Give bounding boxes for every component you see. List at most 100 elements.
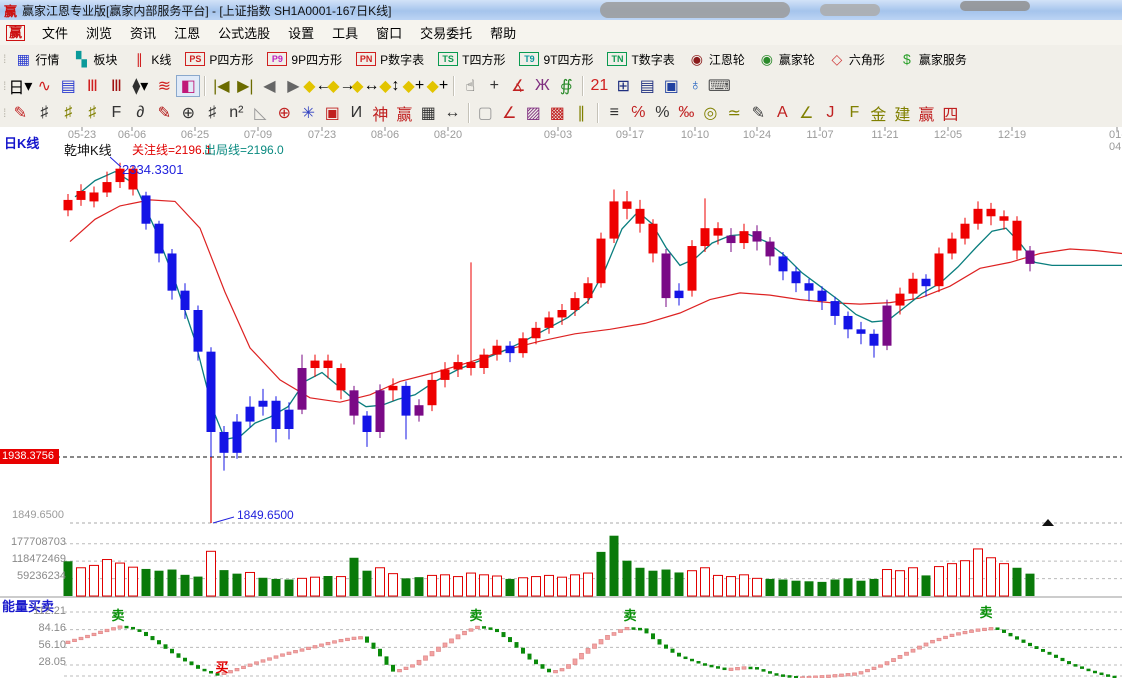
zoom-horizontal-tool[interactable]: ◆ ↔ (351, 75, 379, 97)
t-number-table-button[interactable]: TN T数字表 (601, 48, 680, 71)
menu-item-设置[interactable]: 设置 (279, 21, 323, 44)
toolbar-grip: ⁞ (3, 52, 7, 66)
triangle-mirror-tool[interactable]: ◺ (248, 102, 272, 124)
calendar-tool[interactable]: 21 (587, 75, 611, 97)
menu-item-工具[interactable]: 工具 (323, 21, 367, 44)
page-next-tool[interactable]: ▶ (281, 75, 305, 97)
ping-a-tool[interactable]: A (770, 102, 794, 124)
angle-gold-tool[interactable]: ∠ (794, 102, 818, 124)
spiral-tool-tool[interactable]: ∯ (554, 75, 578, 97)
remote-assist-tool[interactable]: ⌨ (707, 75, 731, 97)
page-prev-tool[interactable]: ◀ (257, 75, 281, 97)
hand-tool-tool[interactable]: ☝ (458, 75, 482, 97)
info-panel-tool[interactable]: ▤ (56, 75, 80, 97)
ruler-123-tool[interactable]: ▦ (416, 102, 440, 124)
menu-item-窗口[interactable]: 窗口 (367, 21, 411, 44)
bars-3-tool[interactable]: Ⅲ (80, 75, 104, 97)
quotes-button[interactable]: ▦ 行情 (9, 48, 65, 71)
pen-tool[interactable]: ✎ (8, 102, 32, 124)
box-frame-tool[interactable]: ▢ (473, 102, 497, 124)
date-label: 11-07 (806, 129, 834, 141)
p-square-button[interactable]: PS P四方形 (179, 48, 259, 71)
jump-first-tool[interactable]: |◀ (209, 75, 233, 97)
permille-tool[interactable]: ‰ (674, 102, 698, 124)
gann-comb-tool[interactable]: ♯ (32, 102, 56, 124)
menu-item-公式选股[interactable]: 公式选股 (209, 21, 279, 44)
period-day-dropdown-icon: 日 (8, 80, 25, 97)
kline-button[interactable]: ∥ K线 (125, 48, 177, 71)
parallel-lines-tool[interactable]: ∥ (569, 102, 593, 124)
t-square-button[interactable]: TS T四方形 (432, 48, 511, 71)
9p-square-button[interactable]: P9 9P四方形 (261, 48, 348, 71)
angle-f-tool[interactable]: F (842, 102, 866, 124)
star-web-tool[interactable]: ✳ (296, 102, 320, 124)
pen-dark-tool[interactable]: ✎ (746, 102, 770, 124)
app-menu-logo-icon[interactable]: 赢 (6, 24, 26, 41)
grid-purple-tool[interactable]: ▨ (521, 102, 545, 124)
target-red-tool[interactable]: ⊕ (272, 102, 296, 124)
shift-left-tool[interactable]: ◆ ← (303, 75, 331, 97)
net-update-tool[interactable]: ♁ (683, 75, 707, 97)
gold-level-tool[interactable]: ≃ (722, 102, 746, 124)
gold-level-icon: ≃ (727, 105, 742, 122)
wave-mark-tool[interactable]: И (344, 102, 368, 124)
9t-square-button[interactable]: T9 9T四方形 (513, 48, 599, 71)
box-target-tool[interactable]: ▣ (320, 102, 344, 124)
angle-ying-tool[interactable]: 赢 (914, 102, 938, 124)
menu-item-江恩[interactable]: 江恩 (165, 21, 209, 44)
menu-item-文件[interactable]: 文件 (33, 21, 77, 44)
zoom-vertical-tool[interactable]: ◆ ↕ (377, 75, 401, 97)
notes-tool[interactable]: ▤ (635, 75, 659, 97)
calculator-tool[interactable]: ⊞ (611, 75, 635, 97)
angle-j-tool[interactable]: J (818, 102, 842, 124)
chart-canvas[interactable] (0, 127, 1122, 678)
histogram-style-tool[interactable]: ◧ (176, 75, 201, 97)
fan-lines-tool[interactable]: ∠ (497, 102, 521, 124)
gann-wheel-button[interactable]: ◉ 江恩轮 (683, 48, 751, 71)
ying-tool-tool[interactable]: 赢 (392, 102, 416, 124)
angle-jin-tool[interactable]: 金 (866, 102, 890, 124)
menu-item-浏览[interactable]: 浏览 (77, 21, 121, 44)
f-lines-tool[interactable]: F (104, 102, 128, 124)
pattern-box-tool[interactable]: ≋ (152, 75, 176, 97)
s-curve-tool[interactable]: ∂ (128, 102, 152, 124)
zoom-in-all-tool[interactable]: ◆ + (401, 75, 425, 97)
date-label: 07-09 (243, 129, 273, 141)
angle-si-tool[interactable]: 四 (938, 102, 962, 124)
zoom-out-all-arrow-glyph: + (438, 77, 449, 94)
period-day-dropdown-tool[interactable]: 日 ▾ (8, 75, 32, 97)
chart-style-tool[interactable]: ∿ (32, 75, 56, 97)
percent-tool[interactable]: % (650, 102, 674, 124)
angle-jian-tool[interactable]: 建 (890, 102, 914, 124)
ruler-123-icon: ▦ (420, 105, 436, 122)
menu-item-资讯[interactable]: 资讯 (121, 21, 165, 44)
gann-tool-purple-tool[interactable]: Ж (530, 75, 554, 97)
menu-item-帮助[interactable]: 帮助 (481, 21, 525, 44)
sectors-button[interactable]: ▚ 板块 (67, 48, 123, 71)
cycle-circle-tool[interactable]: ⊕ (176, 102, 200, 124)
percent-gauge-tool[interactable]: ℅ (626, 102, 650, 124)
menu-item-交易委托[interactable]: 交易委托 (411, 21, 481, 44)
line-cluster-tool[interactable]: ♯ (200, 102, 224, 124)
shen-tool-tool[interactable]: 神 (368, 102, 392, 124)
pen-flag-tool[interactable]: ✎ (152, 102, 176, 124)
zoom-out-all-tool[interactable]: ◆ + (425, 75, 449, 97)
jump-last-tool[interactable]: ▶| (233, 75, 257, 97)
crosshair-tool-tool[interactable]: + (482, 75, 506, 97)
winner-service-button[interactable]: $ 赢家服务 (893, 48, 973, 71)
gold-comb-1-tool[interactable]: ♯ (56, 102, 80, 124)
gold-comb-2-tool[interactable]: ♯ (80, 102, 104, 124)
candle-type-dropdown-tool[interactable]: ⧫ ▾ (128, 75, 152, 97)
hexagon-button[interactable]: ◇ 六角形 (823, 48, 891, 71)
save-tool[interactable]: ▣ (659, 75, 683, 97)
angle-measure-tool[interactable]: ∡ (506, 75, 530, 97)
p-number-table-button[interactable]: PN P数字表 (350, 48, 430, 71)
n-square-tool[interactable]: n² (224, 102, 248, 124)
gold-circle-tool[interactable]: ◎ (698, 102, 722, 124)
grid-red-tool[interactable]: ▩ (545, 102, 569, 124)
volume-profile-tool[interactable]: ≡ (602, 102, 626, 124)
shift-right-tool[interactable]: ◆ → (327, 75, 355, 97)
winner-wheel-button[interactable]: ◉ 赢家轮 (753, 48, 821, 71)
width-measure-tool[interactable]: ↔ (440, 102, 464, 124)
bars-9-tool[interactable]: Ⅲ (104, 75, 128, 97)
